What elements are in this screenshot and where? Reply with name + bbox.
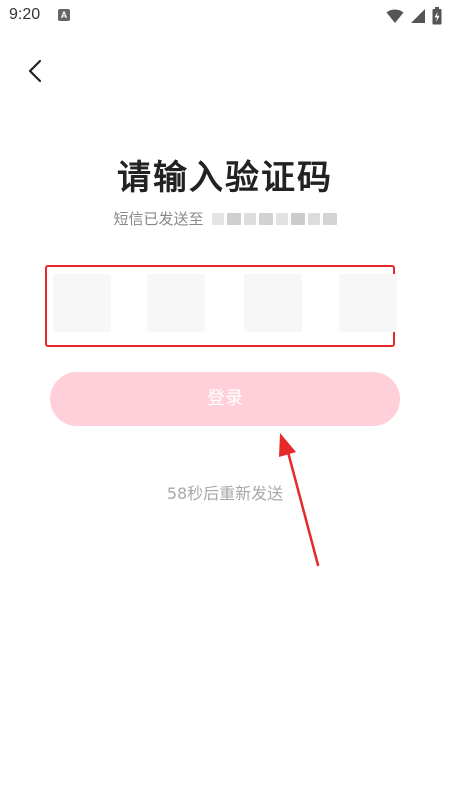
chevron-left-icon — [28, 59, 42, 83]
wifi-icon — [386, 9, 404, 23]
status-time: 9:20 — [9, 6, 41, 23]
login-button[interactable]: 登录 — [50, 372, 400, 426]
page-title: 请输入验证码 — [117, 158, 333, 198]
signal-icon — [411, 9, 425, 23]
masked-phone-number — [211, 212, 337, 225]
code-digit-box-1[interactable] — [53, 274, 111, 332]
code-digit-box-3[interactable] — [244, 274, 302, 332]
subtitle-text: 短信已发送至 — [113, 210, 204, 228]
status-bar: 9:20 A — [0, 0, 450, 32]
code-digit-box-4[interactable] — [339, 274, 397, 332]
resend-countdown: 58秒后重新发送 — [166, 484, 284, 503]
subtitle-row: 短信已发送至 — [0, 208, 450, 229]
battery-icon — [432, 7, 442, 25]
app-notification-icon: A — [58, 9, 70, 21]
code-digit-box-2[interactable] — [147, 274, 205, 332]
back-button[interactable] — [20, 56, 50, 86]
status-icons — [386, 6, 442, 26]
